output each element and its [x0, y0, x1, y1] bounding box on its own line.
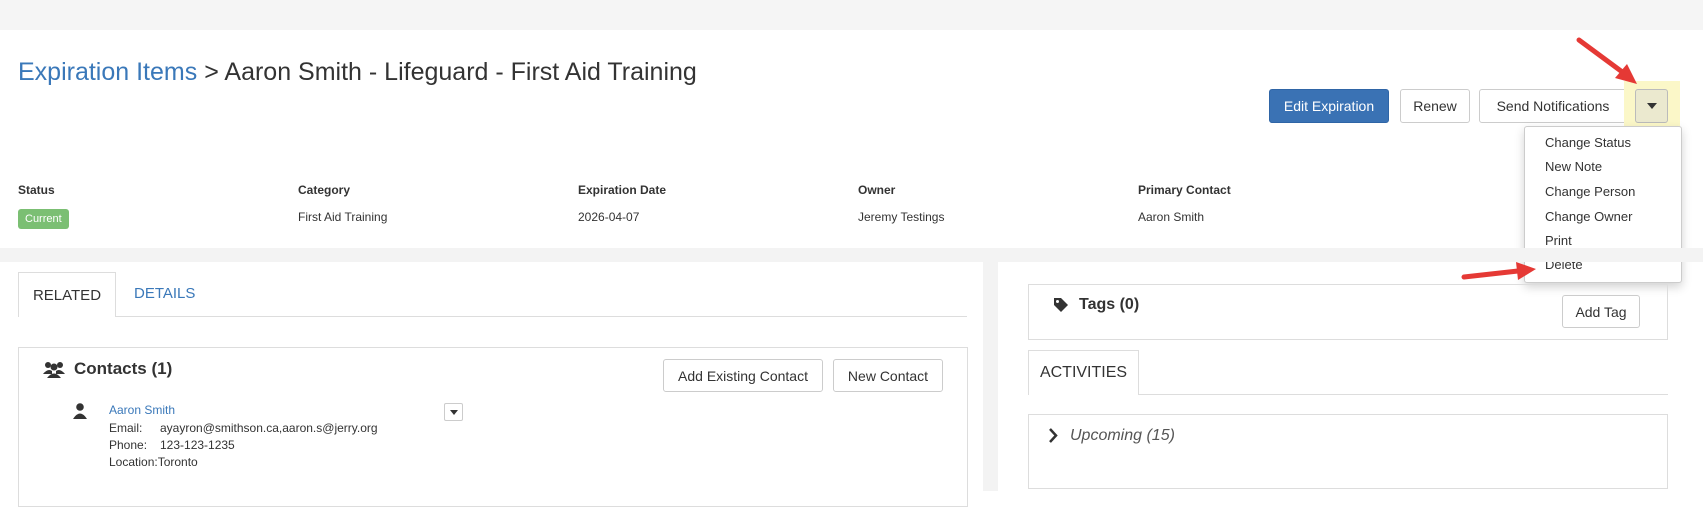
tab-activities[interactable]: ACTIVITIES: [1028, 350, 1139, 395]
breadcrumb-separator: >: [204, 58, 219, 86]
upcoming-toggle[interactable]: Upcoming (15): [1070, 427, 1175, 445]
menu-item-change-status[interactable]: Change Status: [1545, 135, 1631, 150]
menu-item-print[interactable]: Print: [1545, 233, 1572, 248]
contacts-panel: Contacts (1) Add Existing Contact New Co…: [18, 347, 968, 507]
send-notifications-button[interactable]: Send Notifications: [1479, 89, 1627, 123]
breadcrumb: Expiration Items > Aaron Smith - Lifegua…: [18, 55, 697, 89]
status-badge: Current: [18, 209, 69, 229]
edit-expiration-button[interactable]: Edit Expiration: [1269, 89, 1389, 123]
contact-location: Location:Toronto: [109, 455, 198, 469]
owner-value: Jeremy Testings: [858, 210, 945, 224]
new-contact-button[interactable]: New Contact: [833, 359, 943, 392]
tab-underline: [1139, 394, 1668, 395]
column-divider: [983, 262, 998, 491]
add-tag-button[interactable]: Add Tag: [1562, 295, 1640, 328]
menu-item-new-note[interactable]: New Note: [1545, 159, 1602, 174]
expiration-date-label: Expiration Date: [578, 183, 667, 197]
renew-button[interactable]: Renew: [1400, 89, 1470, 123]
chevron-right-icon[interactable]: [1048, 428, 1058, 443]
tab-underline: [116, 316, 967, 317]
section-divider: [0, 248, 1703, 262]
top-bar: [0, 0, 1703, 30]
contacts-title: Contacts (1): [74, 359, 173, 378]
upcoming-panel: Upcoming (15): [1028, 414, 1668, 489]
menu-item-change-owner[interactable]: Change Owner: [1545, 209, 1632, 224]
category-value: First Aid Training: [298, 210, 388, 224]
user-icon: [73, 403, 87, 419]
contact-phone-label: Phone:: [109, 438, 148, 452]
expiration-date-value: 2026-04-07: [578, 210, 640, 224]
tags-title: Tags (0): [1079, 296, 1140, 313]
contact-name-link[interactable]: Aaron Smith: [109, 403, 175, 417]
tags-panel: Tags (0) Add Tag: [1028, 284, 1668, 340]
contact-email-label: Email:: [109, 421, 143, 435]
tab-related[interactable]: RELATED: [18, 272, 116, 317]
primary-contact-value: Aaron Smith: [1138, 210, 1205, 224]
caret-down-icon: [1646, 103, 1657, 109]
contact-email: ayayron@smithson.ca,aaron.s@jerry.org: [160, 421, 378, 435]
page-title: Aaron Smith - Lifeguard - First Aid Trai…: [224, 58, 697, 86]
category-label: Category: [298, 183, 351, 197]
tab-details[interactable]: DETAILS: [134, 285, 195, 302]
menu-item-change-person[interactable]: Change Person: [1545, 184, 1635, 199]
more-actions-button[interactable]: [1635, 89, 1668, 123]
users-icon: [43, 362, 65, 378]
add-existing-contact-button[interactable]: Add Existing Contact: [663, 359, 823, 392]
breadcrumb-parent-link[interactable]: Expiration Items: [18, 58, 197, 86]
caret-down-icon: [449, 409, 458, 415]
contact-phone: 123-123-1235: [160, 438, 235, 452]
contact-options-button[interactable]: [444, 403, 463, 421]
annotation-arrow-icon: [1576, 37, 1637, 84]
status-label: Status: [18, 183, 55, 197]
primary-contact-label: Primary Contact: [1138, 183, 1231, 197]
tag-icon: [1054, 298, 1068, 312]
owner-label: Owner: [858, 183, 896, 197]
